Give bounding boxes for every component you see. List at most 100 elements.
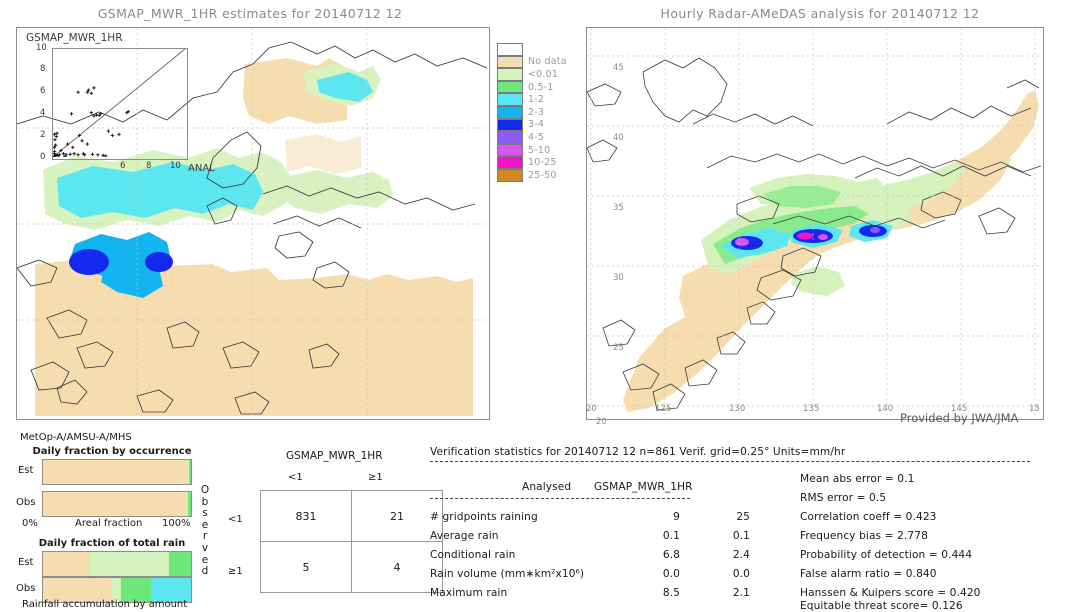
score-frequency-bias: Frequency bias = 2.778 bbox=[800, 530, 928, 542]
verification-row-analysed: 8.5 bbox=[662, 587, 680, 599]
colorbar-swatch bbox=[497, 143, 523, 157]
table-row[interactable]: 831 21 bbox=[260, 490, 443, 542]
colorbar-entry[interactable]: 4-5 bbox=[497, 131, 567, 144]
verification-row-label: Rain volume (mm∗km²x10⁶) bbox=[430, 568, 585, 580]
contingency-table[interactable]: 831 21 5 4 bbox=[260, 490, 443, 593]
score-equitable-threat: Equitable threat score= 0.126 bbox=[800, 600, 963, 612]
scatter-inset-xtick-8: 8 bbox=[146, 161, 152, 171]
chart-totalrain-title: Daily fraction of total rain bbox=[38, 538, 186, 549]
colorbar-entry[interactable]: No data bbox=[497, 55, 567, 69]
cell-hit-ge1-ge1[interactable]: 4 bbox=[351, 541, 443, 593]
axis-label-0pct: 0% bbox=[22, 518, 38, 529]
bar-est-totalrain[interactable] bbox=[42, 551, 192, 577]
radar-amedas-map[interactable] bbox=[586, 27, 1044, 420]
lat-tick-25: 25 bbox=[613, 343, 624, 353]
cell-hit-lt1-lt1[interactable]: 831 bbox=[260, 490, 352, 542]
colorbar-entry[interactable]: 0.5-1 bbox=[497, 80, 567, 94]
verification-row-label: Maximum rain bbox=[430, 587, 508, 599]
verification-header: Verification statistics for 20140712 12 … bbox=[430, 446, 846, 458]
colorbar-swatch bbox=[497, 93, 523, 106]
bar-seg-05to1 bbox=[188, 460, 191, 484]
colorbar-swatch bbox=[497, 131, 523, 144]
sensor-label: MetOp-A/AMSU-A/MHS bbox=[20, 432, 132, 443]
bar-seg-05to1 bbox=[188, 492, 191, 516]
colorbar-entry[interactable] bbox=[497, 43, 567, 56]
scatter-inset-xtick-6: 6 bbox=[120, 161, 126, 171]
colorbar-entry[interactable]: 5-10 bbox=[497, 143, 567, 157]
right-panel-title: Hourly Radar-AMeDAS analysis for 2014071… bbox=[660, 6, 980, 21]
bar-est-occurrence[interactable] bbox=[42, 459, 192, 485]
colorbar-swatch bbox=[497, 105, 523, 119]
axis-label-100pct: 100% bbox=[162, 518, 191, 529]
table-row[interactable]: 5 4 bbox=[260, 541, 443, 593]
left-panel-title: GSMAP_MWR_1HR estimates for 20140712 12 bbox=[97, 6, 403, 21]
colorbar-label: 4-5 bbox=[528, 131, 545, 143]
colorbar-entry[interactable]: <0.01 bbox=[497, 68, 567, 81]
contingency-row-label-lt1: <1 bbox=[228, 514, 243, 525]
scatter-inset-xtick-10: 10 bbox=[170, 161, 181, 171]
contingency-observed-label: Observed bbox=[200, 484, 210, 578]
colorbar-entry[interactable]: 10-25 bbox=[497, 156, 567, 169]
bar-label-obs-occurrence: Obs bbox=[16, 497, 36, 508]
cell-hit-ge1-lt1[interactable]: 5 bbox=[260, 541, 352, 593]
contingency-title: GSMAP_MWR_1HR bbox=[286, 450, 383, 462]
lon-tick-135: 135 bbox=[803, 404, 820, 414]
lon-tick-150: 15 bbox=[1029, 404, 1040, 414]
bar-label-est-totalrain: Est bbox=[18, 557, 34, 568]
verification-divider bbox=[430, 461, 1030, 462]
colorbar-label: 3-4 bbox=[528, 119, 545, 131]
colorbar-entry[interactable]: 2-3 bbox=[497, 105, 567, 119]
colorbar-swatch bbox=[497, 118, 523, 132]
colorbar-entry[interactable]: 25-50 bbox=[497, 168, 567, 182]
scatter-inset-graphic bbox=[53, 49, 185, 157]
verification-row-label: Average rain bbox=[430, 530, 499, 542]
lon-tick-130: 130 bbox=[729, 404, 746, 414]
bar-connector-lines bbox=[90, 577, 102, 578]
colorbar-entry[interactable]: 3-4 bbox=[497, 118, 567, 132]
chart-caption: Rainfall accumulation by amount bbox=[22, 599, 188, 610]
verification-row-analysed: 0.0 bbox=[662, 568, 680, 580]
contingency-row-label-ge1: ≥1 bbox=[228, 566, 243, 577]
verification-row-analysed: 6.8 bbox=[662, 549, 680, 561]
bar-label-obs-totalrain: Obs bbox=[16, 583, 36, 594]
bar-obs-occurrence[interactable] bbox=[42, 491, 192, 517]
colorbar-legend[interactable]: No data <0.01 0.5-1 1-2 2-3 3-4 4-5 5-10… bbox=[497, 43, 567, 182]
score-correlation-coeff: Correlation coeff = 0.423 bbox=[800, 511, 937, 523]
scatter-inset-plot[interactable] bbox=[52, 48, 188, 160]
verification-row-estimate: 0.0 bbox=[732, 568, 750, 580]
scatter-inset-ytick-8: 8 bbox=[40, 64, 46, 74]
verification-row-analysed: 0.1 bbox=[662, 530, 680, 542]
radar-map-graphic bbox=[587, 28, 1041, 417]
verification-row-label: Conditional rain bbox=[430, 549, 516, 561]
verification-row-estimate: 0.1 bbox=[732, 530, 750, 542]
map-credit: Provided by JWA/JMA bbox=[900, 411, 1019, 425]
colorbar-label: 2-3 bbox=[528, 106, 545, 118]
contingency-col-label-lt1: <1 bbox=[288, 472, 303, 483]
chart-occurrence-title: Daily fraction by occurrence bbox=[32, 446, 192, 457]
bar-seg-05to1 bbox=[168, 552, 191, 576]
verification-row-analysed: 9 bbox=[673, 511, 680, 523]
colorbar-swatch bbox=[497, 55, 523, 69]
score-hanssen-kuipers: Hanssen & Kuipers score = 0.420 bbox=[800, 587, 981, 599]
bar-seg-nodata bbox=[43, 492, 187, 516]
verification-col-head-estimate: GSMAP_MWR_1HR bbox=[594, 481, 693, 493]
verification-col-head-analysed: Analysed bbox=[522, 481, 572, 493]
colorbar-entry[interactable]: 1-2 bbox=[497, 93, 567, 106]
colorbar-swatch bbox=[497, 68, 523, 81]
lon-tick-140: 140 bbox=[877, 404, 894, 414]
colorbar-label: 0.5-1 bbox=[528, 81, 554, 93]
bar-label-est-occurrence: Est bbox=[18, 465, 34, 476]
score-mean-abs-error: Mean abs error = 0.1 bbox=[800, 473, 915, 485]
colorbar-swatch bbox=[497, 43, 523, 56]
colorbar-swatch bbox=[497, 80, 523, 94]
colorbar-label: 5-10 bbox=[528, 144, 551, 156]
verification-row-estimate: 2.1 bbox=[732, 587, 750, 599]
bar-seg-nodata bbox=[43, 552, 91, 576]
contingency-col-label-ge1: ≥1 bbox=[368, 472, 383, 483]
scatter-inset-ytick-10: 10 bbox=[36, 43, 47, 53]
cell-hit-lt1-ge1[interactable]: 21 bbox=[351, 490, 443, 542]
colorbar-swatch bbox=[497, 156, 523, 169]
score-rms-error: RMS error = 0.5 bbox=[800, 492, 887, 504]
colorbar-label: 25-50 bbox=[528, 169, 557, 181]
verification-row-label: # gridpoints raining bbox=[430, 511, 538, 523]
